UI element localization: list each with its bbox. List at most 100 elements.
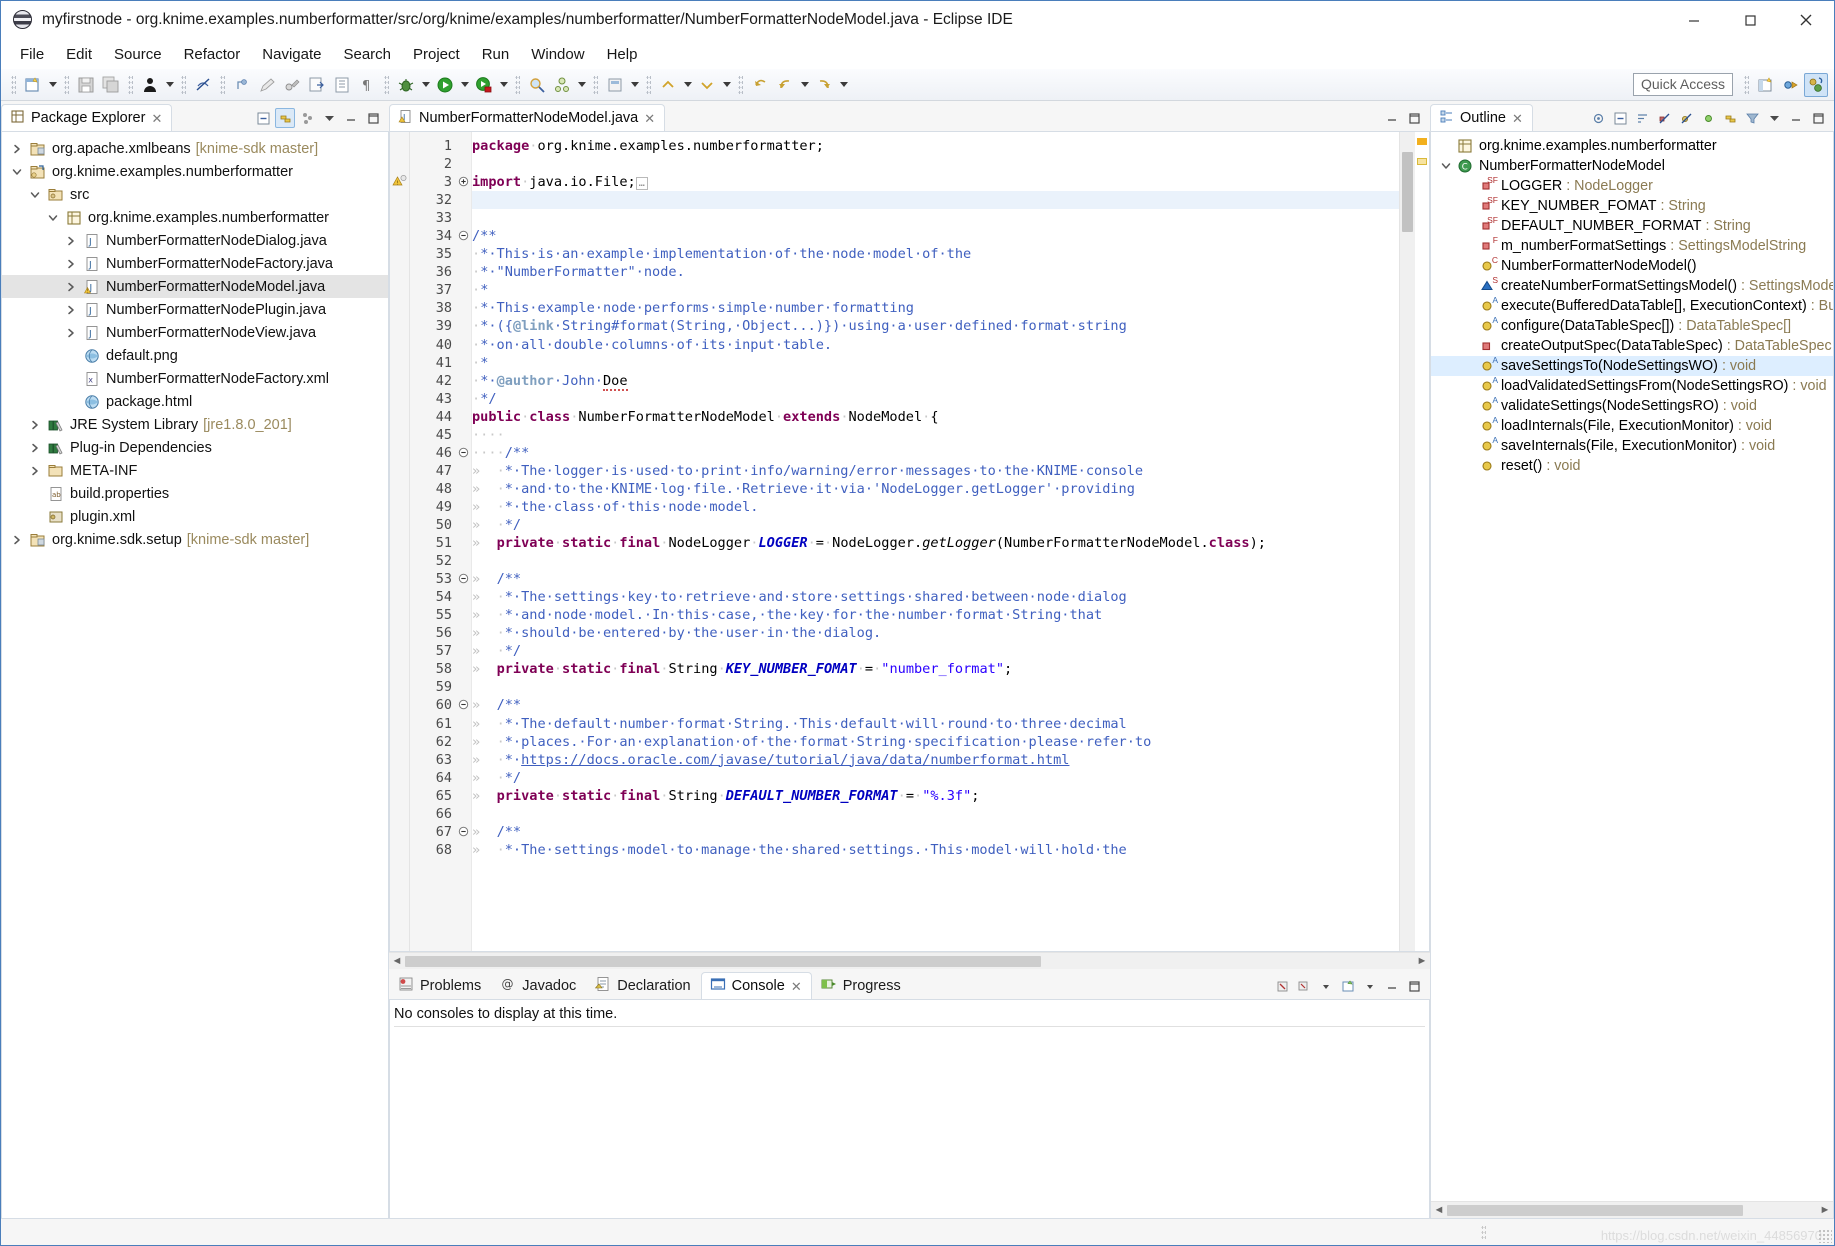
view-menu-icon[interactable] (319, 108, 339, 128)
tree-item-org-knime-examples-numberformatter[interactable]: org.knime.examples.numberformatter (2, 160, 388, 183)
tree-item-org-apache-xmlbeans[interactable]: org.apache.xmlbeans [knime-sdk master] (2, 137, 388, 160)
code-line[interactable]: » ·*/ (472, 516, 1399, 534)
code-line[interactable]: ····/** (472, 444, 1399, 462)
code-line[interactable]: ·* (472, 281, 1399, 299)
code-line[interactable] (472, 678, 1399, 696)
toolbar-grip[interactable] (128, 74, 133, 95)
run-icon[interactable] (433, 73, 457, 97)
tab-javadoc[interactable]: @ Javadoc (491, 972, 586, 999)
fold-toggle-icon[interactable] (456, 173, 471, 191)
code-line[interactable] (472, 805, 1399, 823)
outline-item[interactable]: createOutputSpec(DataTableSpec) : DataTa… (1431, 336, 1833, 356)
menu-run[interactable]: Run (471, 44, 521, 65)
pilcrow-icon[interactable]: ¶ (355, 73, 379, 97)
remove-launch-icon[interactable] (1272, 976, 1292, 996)
code-line[interactable]: ·*·"NumberFormatter"·node. (472, 263, 1399, 281)
maximize-icon[interactable] (1404, 976, 1424, 996)
menu-navigate[interactable]: Navigate (251, 44, 332, 65)
tab-package-explorer[interactable]: Package Explorer ✕ (1, 104, 173, 131)
new-wizard-icon[interactable] (21, 73, 45, 97)
forward-dropdown-icon[interactable] (837, 73, 850, 97)
editor-horizontal-scrollbar[interactable]: ◄ ► (389, 952, 1430, 969)
menu-file[interactable]: File (9, 44, 55, 65)
open-type-icon[interactable] (330, 73, 354, 97)
maximize-button[interactable] (1722, 1, 1778, 38)
hierarchy-dropdown-icon[interactable] (575, 73, 588, 97)
code-line[interactable]: » ·*·should·be·entered·by·the·user·in·th… (472, 624, 1399, 642)
link-icon[interactable] (1720, 108, 1740, 128)
outline-item[interactable]: Aexecute(BufferedDataTable[], ExecutionC… (1431, 295, 1833, 316)
fold-toggle-icon[interactable] (456, 227, 471, 245)
tree-item-plug-in-dependencies[interactable]: Plug-in Dependencies (2, 436, 388, 459)
tree-item-numberformatternodemodel-java[interactable]: J! NumberFormatterNodeModel.java (2, 275, 388, 298)
code-line[interactable]: import·java.io.File;… (472, 173, 1399, 191)
scroll-left-icon[interactable]: ◄ (389, 955, 405, 967)
tree-item-jre-system-library[interactable]: JRE System Library [jre1.8.0_201] (2, 413, 388, 436)
overview-warning-marker[interactable] (1417, 158, 1427, 165)
debug-person-icon[interactable] (138, 73, 162, 97)
outline-item[interactable]: AvalidateSettings(NodeSettingsRO) : void (1431, 395, 1833, 416)
collapse-all-icon[interactable] (253, 108, 273, 128)
close-icon[interactable]: ✕ (644, 112, 655, 125)
editor-text-area[interactable]: ! 1 2 3 32 33 34 35 36 37 38 39 40 41 42 43 44 45 46 47 48 4… (389, 131, 1430, 952)
menu-project[interactable]: Project (402, 44, 471, 65)
toolbar-grip[interactable] (11, 74, 16, 95)
toolbar-grip[interactable] (646, 74, 651, 95)
fold-toggle-icon[interactable] (456, 444, 471, 462)
code-line[interactable]: » ·*·places.·For·an·explanation·of·the·f… (472, 733, 1399, 751)
outline-item[interactable]: ScreateNumberFormatSettingsModel() : Set… (1431, 275, 1833, 296)
view-menu-icon[interactable] (1764, 108, 1784, 128)
tab-numberformatternodemodel[interactable]: J NumberFormatterNodeModel.java ✕ (389, 104, 666, 131)
code-line[interactable]: » /** (472, 823, 1399, 841)
chevron-right-icon[interactable] (64, 280, 78, 294)
remove-all-dropdown-icon[interactable] (1316, 976, 1336, 996)
tree-item-numberformatternodeplugin-java[interactable]: J NumberFormatterNodePlugin.java (2, 298, 388, 321)
extract-icon[interactable] (305, 73, 329, 97)
warning-marker-icon[interactable]: ! (392, 173, 408, 189)
toolbar-grip[interactable] (593, 74, 598, 95)
code-line[interactable]: » ·*·The·settings·key·to·retrieve·and·st… (472, 588, 1399, 606)
close-icon[interactable]: ✕ (791, 980, 802, 993)
overview-warning-marker[interactable] (1417, 138, 1427, 145)
outline-horizontal-scrollbar[interactable]: ◄ ► (1431, 1201, 1833, 1218)
outline-item[interactable]: reset() : void (1431, 456, 1833, 476)
code-line[interactable] (472, 209, 1399, 227)
back-icon[interactable] (773, 73, 797, 97)
focus-on-active-task-icon[interactable] (1588, 108, 1608, 128)
code-line[interactable]: » private·static·final·NodeLogger·LOGGER… (472, 534, 1399, 552)
fold-toggle-icon[interactable] (456, 570, 471, 588)
code-line[interactable]: » ·*/ (472, 769, 1399, 787)
collapse-all-icon[interactable] (1610, 108, 1630, 128)
code-line[interactable]: » /** (472, 570, 1399, 588)
outline-item[interactable]: AsaveInternals(File, ExecutionMonitor) :… (1431, 435, 1833, 456)
hide-static-icon[interactable] (1676, 108, 1696, 128)
code-line[interactable]: » ·*/ (472, 642, 1399, 660)
debug-person-dropdown-icon[interactable] (163, 73, 176, 97)
scrollbar-thumb[interactable] (1402, 152, 1413, 232)
menu-refactor[interactable]: Refactor (173, 44, 252, 65)
build-icon[interactable] (280, 73, 304, 97)
fold-toggle-icon[interactable] (456, 823, 471, 841)
maximize-icon[interactable] (1404, 108, 1424, 128)
last-edit-location-icon[interactable] (748, 73, 772, 97)
menu-source[interactable]: Source (103, 44, 173, 65)
open-perspective-icon[interactable] (1754, 73, 1778, 97)
close-icon[interactable]: ✕ (151, 112, 162, 125)
sort-icon[interactable] (1632, 108, 1652, 128)
code-line[interactable]: » ·*·The·default·number·format·String.·T… (472, 715, 1399, 733)
outline-item[interactable]: SF DEFAULT_NUMBER_FORMAT : String (1431, 215, 1833, 236)
java-perspective-icon[interactable] (1804, 72, 1828, 97)
open-task-icon[interactable] (603, 73, 627, 97)
toolbar-grip[interactable] (181, 74, 186, 95)
code-line[interactable]: public·class·NumberFormatterNodeModel·ex… (472, 408, 1399, 426)
console-output[interactable]: No consoles to display at this time. (389, 999, 1430, 1219)
hide-non-public-icon[interactable] (191, 73, 215, 97)
code-line[interactable]: » ·*·and·to·the·KNIME·log·file.·Retrieve… (472, 480, 1399, 498)
outline-item[interactable]: Fm_numberFormatSettings : SettingsModelS… (1431, 235, 1833, 256)
hide-non-public-icon[interactable] (1698, 108, 1718, 128)
remove-all-icon[interactable] (1294, 976, 1314, 996)
link-with-editor-icon[interactable] (275, 108, 295, 128)
code-line[interactable] (472, 552, 1399, 570)
save-icon[interactable] (74, 73, 98, 97)
outline-item[interactable]: AloadInternals(File, ExecutionMonitor) :… (1431, 415, 1833, 436)
